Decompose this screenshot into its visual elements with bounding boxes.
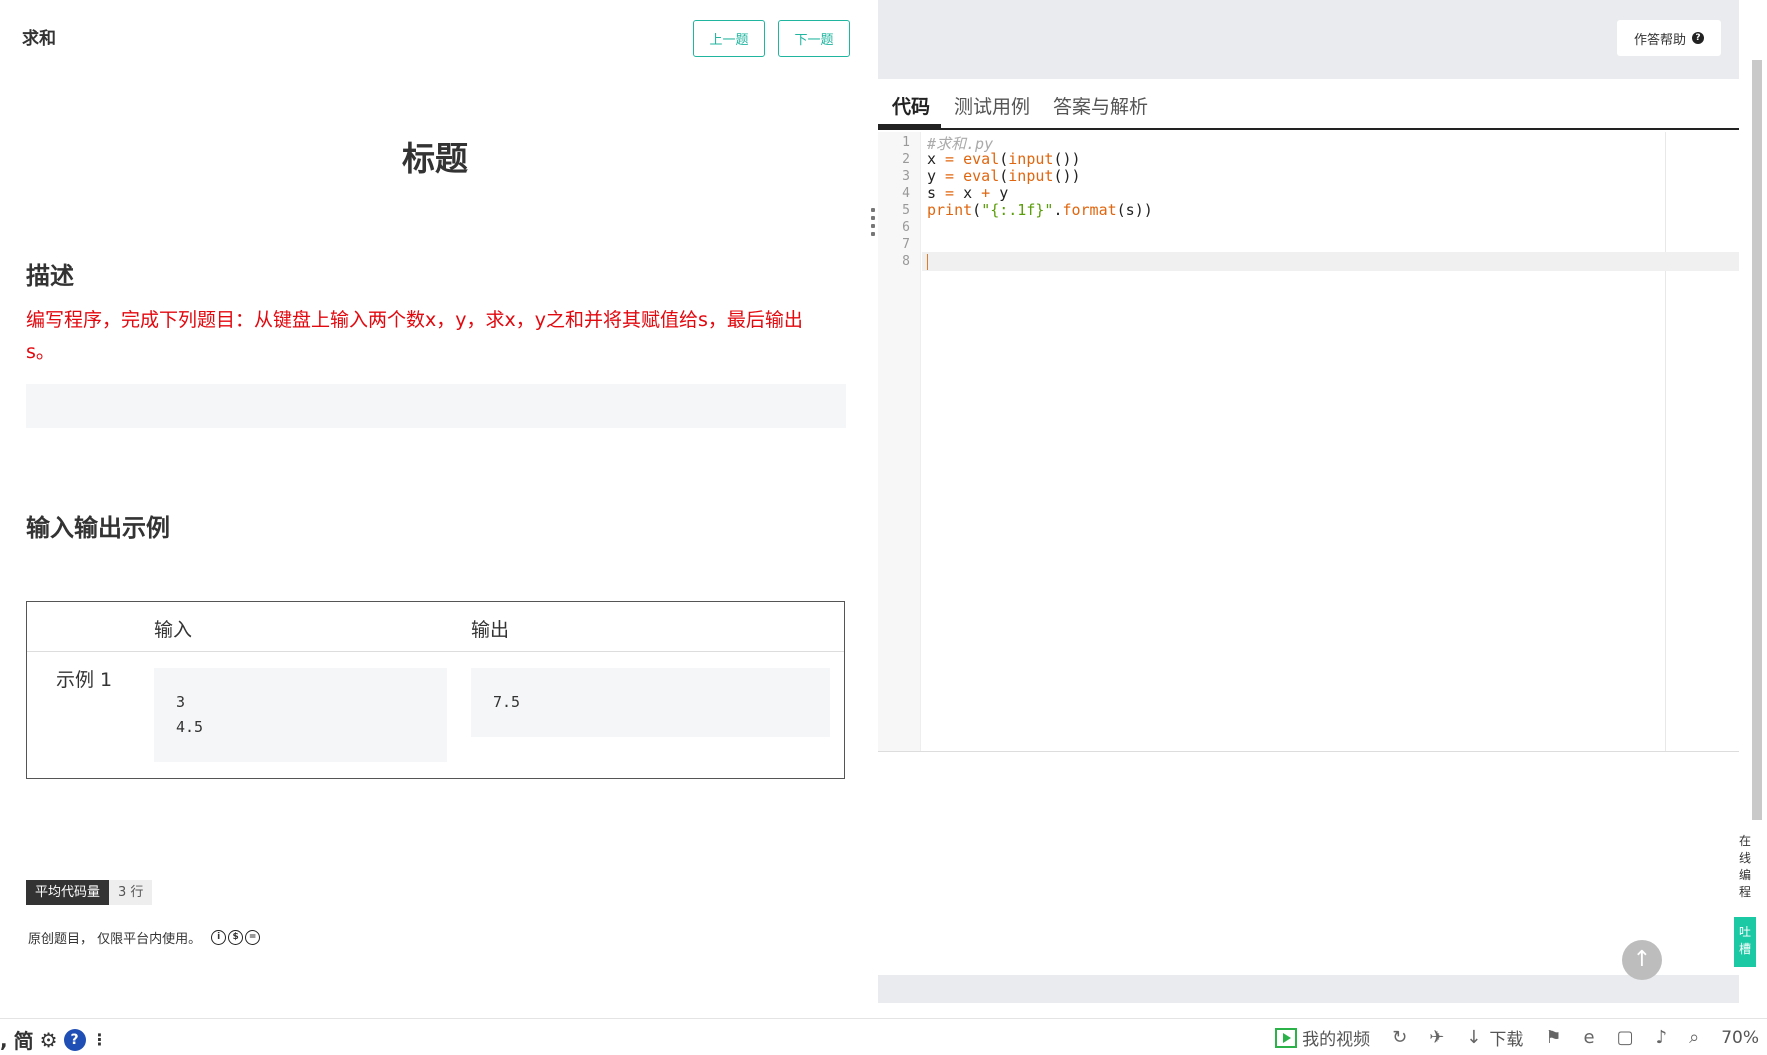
download-button[interactable]: ↓ 下载: [1466, 1025, 1523, 1050]
io-col-output: 输出: [471, 619, 510, 641]
cc-license-icons: i $ =: [211, 930, 262, 945]
line-number: 4: [902, 186, 910, 201]
description-heading: 描述: [26, 262, 74, 290]
punctuation-icon[interactable]: ,: [0, 1028, 8, 1052]
description-text: 编写程序，完成下列题目：从键盘上输入两个数x，y，求x，y之和并将其赋值给s，最…: [26, 309, 803, 363]
page-scrollbar[interactable]: [1752, 60, 1762, 820]
tab-code[interactable]: 代码: [892, 92, 930, 119]
feedback-tab[interactable]: 吐槽: [1734, 917, 1756, 967]
io-input-line: 3: [176, 693, 186, 711]
editor-panel: 作答帮助 ? 代码 测试用例 答案与解析 1 2 3 4 5 6 7 8 #求和…: [878, 0, 1739, 1003]
answer-help-button[interactable]: 作答帮助 ?: [1617, 20, 1721, 56]
browser-ie-icon[interactable]: e: [1584, 1027, 1595, 1048]
problem-panel: 求和 上一题 下一题 标题 描述 编写程序，完成下列题目：从键盘上输入两个数x，…: [0, 0, 878, 1003]
more-icon[interactable]: ⋮: [92, 1030, 108, 1049]
speed-icon[interactable]: ↻: [1392, 1027, 1407, 1048]
line-number: 7: [902, 237, 910, 252]
code-line: s = x + y: [927, 184, 1009, 202]
panel-resize-handle[interactable]: [871, 208, 875, 240]
simplified-chinese-toggle[interactable]: 简: [14, 1025, 34, 1054]
license-text: 原创题目， 仅限平台内使用。: [28, 932, 202, 947]
avg-code-label: 平均代码量: [26, 880, 110, 905]
line-number: 8: [902, 254, 910, 269]
play-icon: [1275, 1027, 1298, 1048]
io-table-header: 输入 输出: [27, 602, 844, 652]
tab-test-cases[interactable]: 测试用例: [954, 92, 1030, 119]
download-label: 下载: [1489, 1030, 1524, 1050]
line-number: 5: [902, 203, 910, 218]
io-output-cell: 7.5: [471, 668, 830, 737]
my-video-label: 我的视频: [1302, 1030, 1371, 1050]
io-col-input: 输入: [154, 619, 193, 641]
rocket-icon[interactable]: ✈: [1429, 1027, 1444, 1048]
io-example-heading: 输入输出示例: [26, 514, 170, 542]
io-input-cell: 3 4.5: [154, 668, 447, 762]
prev-problem-button[interactable]: 上一题: [693, 20, 765, 57]
problem-name: 求和: [22, 29, 56, 49]
status-left-tools: , 简 ⚙ ? ⋮: [0, 1025, 114, 1054]
io-row-label: 示例 1: [56, 669, 113, 691]
window-icon[interactable]: ▢: [1617, 1027, 1634, 1048]
text-cursor: [927, 254, 928, 270]
print-margin-line: [1665, 132, 1666, 751]
arrow-up-icon: ↑: [1632, 947, 1652, 972]
flag-icon[interactable]: ⚑: [1545, 1027, 1561, 1048]
code-line: y = eval(input()): [927, 167, 1081, 185]
io-example-table: 输入 输出 示例 1 3 4.5 7.5: [26, 601, 845, 779]
cc-by-icon: i: [211, 930, 227, 945]
my-video-button[interactable]: 我的视频: [1275, 1025, 1370, 1050]
answer-help-label: 作答帮助: [1633, 32, 1686, 48]
settings-gear-icon[interactable]: ⚙: [40, 1028, 58, 1052]
browser-status-bar: , 简 ⚙ ? ⋮ 我的视频 ↻ ✈ ↓ 下载 ⚑ e ▢ ♪ ⌕ 70%: [0, 1018, 1767, 1055]
line-number: 2: [902, 152, 910, 167]
zoom-level[interactable]: 70%: [1721, 1028, 1759, 1048]
tab-answer-analysis[interactable]: 答案与解析: [1053, 92, 1148, 119]
license-notice: 原创题目， 仅限平台内使用。 i $ =: [28, 928, 262, 947]
help-icon[interactable]: ?: [63, 1028, 86, 1051]
active-tab-indicator: [878, 124, 941, 128]
cc-nc-icon: $: [228, 930, 244, 945]
zoom-search-icon[interactable]: ⌕: [1689, 1027, 1699, 1048]
page-title: 标题: [402, 139, 468, 178]
download-arrow-icon: ↓: [1466, 1027, 1482, 1048]
code-line: print("{:.1f}".format(s)): [927, 201, 1153, 219]
cc-nd-icon: =: [245, 930, 261, 945]
editor-container: 代码 测试用例 答案与解析 1 2 3 4 5 6 7 8 #求和.py x =…: [878, 79, 1739, 975]
line-number: 1: [902, 135, 910, 150]
online-coding-tab[interactable]: 在线编程: [1734, 825, 1756, 905]
status-right-tools: 我的视频 ↻ ✈ ↓ 下载 ⚑ e ▢ ♪ ⌕ 70%: [1253, 1025, 1759, 1050]
question-circle-icon: ?: [1692, 32, 1704, 44]
line-number: 6: [902, 220, 910, 235]
volume-icon[interactable]: ♪: [1656, 1027, 1668, 1048]
avg-code-value: 3 行: [109, 880, 153, 905]
io-input-line: 4.5: [176, 718, 204, 736]
active-line-highlight: [922, 252, 1739, 271]
editor-tabs: 代码 测试用例 答案与解析: [878, 79, 1739, 130]
avg-code-stat: 平均代码量 3 行: [26, 880, 153, 905]
line-number-gutter: 1 2 3 4 5 6 7 8: [878, 132, 921, 751]
next-problem-button[interactable]: 下一题: [778, 20, 850, 57]
code-line: x = eval(input()): [927, 150, 1081, 168]
line-number: 3: [902, 169, 910, 184]
scroll-to-top-button[interactable]: ↑: [1622, 940, 1662, 980]
description-box: [26, 384, 846, 428]
code-editor[interactable]: 1 2 3 4 5 6 7 8 #求和.py x = eval(input())…: [878, 132, 1739, 752]
